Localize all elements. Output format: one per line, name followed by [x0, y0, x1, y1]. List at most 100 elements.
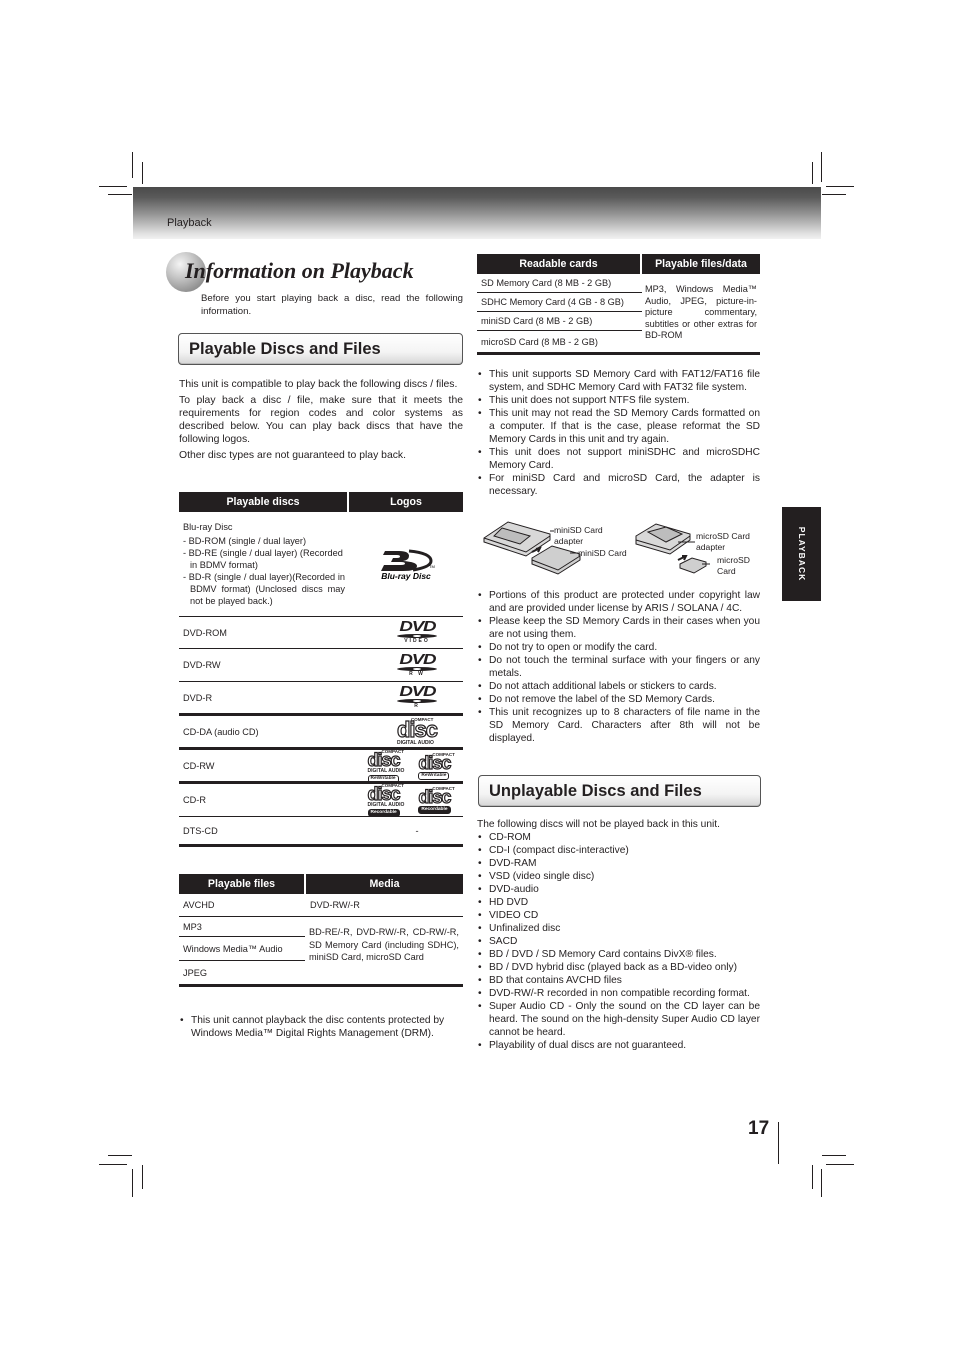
column-header: Logos: [349, 492, 463, 512]
table-header: Playable files Media: [179, 874, 463, 894]
list-item: CD-I (compact disc-interactive): [477, 844, 760, 857]
playable-files-table: Playable files Media AVCHD DVD-RW/-R MP3…: [179, 874, 463, 987]
list-item: Do not touch the terminal surface with y…: [477, 654, 760, 680]
list-item: VIDEO CD: [477, 909, 760, 922]
logo-sub: R W: [409, 670, 425, 677]
disc-icon: [397, 634, 437, 638]
list-item: This unit supports SD Memory Card with F…: [477, 368, 760, 394]
dvd-video-logo: DVD VIDEO: [349, 617, 463, 648]
disc-subtype: - BD-RE (single / dual layer) (Recorded …: [183, 548, 343, 570]
playable-intro: This unit is compatible to play back the…: [179, 378, 463, 465]
logo-word: disc: [367, 784, 401, 804]
page-number-rule: [778, 1122, 779, 1164]
paragraph: To play back a disc / file, make sure th…: [179, 395, 463, 445]
card-notes-2: Portions of this product are protected u…: [477, 589, 760, 745]
insert-arrow-icon: [677, 555, 688, 561]
disc-name: CD-RW: [183, 760, 215, 771]
drm-note: This unit cannot playback the disc conte…: [179, 1014, 463, 1040]
logo-word: DIGITAL AUDIO: [396, 740, 434, 746]
section-label: Playback: [167, 217, 212, 229]
table-row: DVD-ROM DVD VIDEO: [179, 617, 463, 649]
logo-word: COMPACT: [432, 751, 455, 757]
table-row: Windows Media™ Audio: [179, 937, 305, 961]
unplayable-list: CD-ROM CD-I (compact disc-interactive) D…: [477, 831, 760, 1052]
table-row: DVD-R DVD R: [179, 682, 463, 716]
paragraph: This unit is compatible to play back the…: [179, 379, 458, 390]
list-item: Do not try to open or modify the card.: [477, 641, 760, 654]
disc-icon: [397, 699, 437, 703]
figure-label: microSD Card: [717, 555, 750, 576]
list-item: DVD-RAM: [477, 857, 760, 870]
logo-word: COMPACT: [381, 748, 404, 754]
file-type: Windows Media™ Audio: [183, 943, 283, 954]
table-row: AVCHD DVD-RW/-R: [179, 894, 463, 917]
disc-subtype: - BD-R (single / dual layer)(Recorded in…: [183, 572, 345, 606]
bluray-disc-cell: Blu-ray Disc - BD-ROM (single / dual lay…: [179, 512, 349, 616]
logo-word: DIGITAL AUDIO: [367, 767, 405, 774]
disc-name: DTS-CD: [183, 825, 218, 836]
blu-ray-logo-icon: TM Blu-ray Disc: [381, 549, 435, 581]
card-type: SDHC Memory Card (4 GB - 8 GB): [481, 297, 624, 307]
column-header: Playable files/data: [642, 254, 760, 274]
logo-word: disc: [396, 717, 438, 742]
disc-name: CD-DA (audio CD): [183, 726, 259, 737]
logo-word: Recordable: [418, 806, 451, 814]
column-header: Playable files: [179, 874, 304, 894]
files-column: MP3 Windows Media™ Audio JPEG: [179, 917, 305, 984]
column-header: Readable cards: [477, 254, 640, 274]
blu-ray-disc-logo: TM Blu-ray Disc: [349, 512, 463, 616]
card-type: miniSD Card (8 MB - 2 GB): [481, 316, 593, 326]
disc-name: Blu-ray Disc: [183, 522, 233, 532]
cards-group: SD Memory Card (8 MB - 2 GB) SDHC Memory…: [477, 274, 760, 355]
sd-adapter-figure: miniSD Card adapter miniSD Card microSD …: [480, 518, 760, 582]
logo-word: ReWritable: [367, 774, 399, 783]
logo-word: DIGITAL AUDIO: [367, 802, 405, 808]
list-item: Portions of this product are protected u…: [477, 589, 760, 615]
list-item: This unit cannot playback the disc conte…: [179, 1014, 463, 1040]
shared-media: BD-RE/-R, DVD-RW/-R, CD-RW/-R, SD Memory…: [309, 927, 459, 962]
list-item: This unit recognizes up to 8 characters …: [477, 706, 760, 745]
list-item: Super Audio CD - Only the sound on the C…: [477, 1000, 760, 1039]
compact-disc-rewritable-logos: COMPACT disc DIGITAL AUDIO ReWritable COMPA…: [349, 748, 463, 783]
card-notes: This unit supports SD Memory Card with F…: [477, 368, 760, 498]
disc-name: DVD-R: [183, 692, 213, 703]
list-item: Unfinalized disc: [477, 922, 760, 935]
disc-name: DVD-RW: [183, 660, 221, 670]
table-header: Playable discs Logos: [179, 492, 463, 512]
disc-name: DVD-ROM: [183, 627, 227, 638]
logo-word: ReWritable: [418, 771, 450, 780]
list-item: BD / DVD / SD Memory Card contains DivX®…: [477, 948, 760, 961]
playable-data: MP3, Windows Media™ Audio, JPEG, picture…: [645, 284, 757, 341]
table-row: CD-R COMPACT disc DIGITAL AUDIO Recordable …: [179, 783, 463, 817]
logo-word: COMPACT: [381, 783, 404, 788]
list-item: For miniSD Card and microSD Card, the ad…: [477, 472, 760, 498]
logo-sub: R: [414, 703, 420, 709]
list-item: DVD-RW/-R recorded in non compatible rec…: [477, 987, 760, 1000]
paragraph: Other disc types are not guaranteed to p…: [179, 450, 406, 461]
list-item: BD / DVD hybrid disc (played back as a B…: [477, 961, 760, 974]
table-row: CD-DA (audio CD) COMPACT disc DIGITAL AUDI…: [179, 716, 463, 750]
trademark: TM: [429, 564, 435, 569]
list-item: This unit does not support miniSDHC and …: [477, 446, 760, 472]
section-heading-playable: Playable Discs and Files: [178, 333, 463, 365]
list-item: CD-ROM: [477, 831, 760, 844]
no-logo: -: [415, 825, 419, 836]
figure-label: microSD Card adapter: [696, 531, 750, 552]
list-item: Do not attach additional labels or stick…: [477, 680, 760, 693]
list-item: This unit may not read the SD Memory Car…: [477, 407, 760, 446]
page-title-text: Information on Playback: [185, 258, 414, 283]
logo-word: DVD: [399, 650, 436, 668]
logo-word: Recordable: [367, 809, 400, 817]
table-row: Blu-ray Disc - BD-ROM (single / dual lay…: [179, 512, 463, 617]
logo-text: Blu-ray Disc: [381, 571, 431, 581]
figure-label: miniSD Card: [578, 548, 627, 558]
header-band: Playback: [133, 187, 821, 239]
compact-disc-recordable-logos: COMPACT disc DIGITAL AUDIO Recordable COMPA…: [349, 783, 463, 817]
intro-text: Before you start playing back a disc, re…: [201, 293, 463, 317]
cards-column: SD Memory Card (8 MB - 2 GB) SDHC Memory…: [477, 274, 642, 352]
files-group: MP3 Windows Media™ Audio JPEG BD-RE/-R, …: [179, 917, 463, 987]
chapter-tab: PLAYBACK: [782, 507, 821, 601]
chapter-tab-label: PLAYBACK: [796, 526, 807, 582]
logo-word: COMPACT: [410, 717, 434, 722]
list-item: Please keep the SD Memory Cards in their…: [477, 615, 760, 641]
